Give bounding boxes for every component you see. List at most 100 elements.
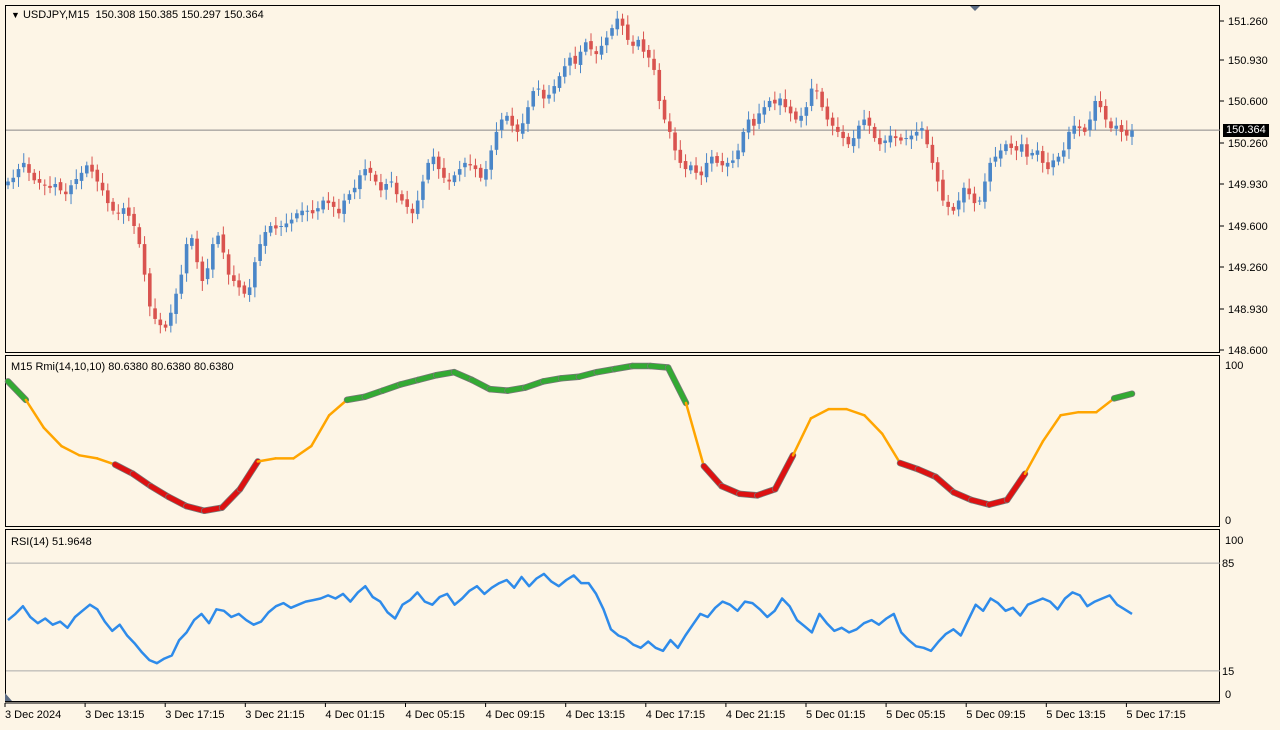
candle-body <box>578 51 583 65</box>
candle-body <box>767 101 772 108</box>
candle-body <box>846 136 851 145</box>
candle-body <box>683 161 688 170</box>
candle-body <box>405 199 409 207</box>
candle-body <box>731 160 735 163</box>
candle-body <box>888 135 893 143</box>
candle-body <box>951 206 956 211</box>
candle-body <box>478 167 483 178</box>
x-axis-label: 3 Dec 17:15 <box>165 709 224 721</box>
candle-body <box>105 190 110 204</box>
candle-body <box>79 172 84 181</box>
candle-body <box>920 128 924 131</box>
candle-body <box>221 234 226 253</box>
x-axis-label: 4 Dec 21:15 <box>726 709 785 721</box>
candle-body <box>179 274 184 294</box>
candle-body <box>972 193 977 204</box>
candle-body <box>914 131 919 136</box>
candle-body <box>736 150 740 160</box>
candle-body <box>568 57 572 66</box>
candle-body <box>704 162 709 178</box>
rsi-y-tick-label: 0 <box>1225 689 1231 701</box>
x-axis-label: 5 Dec 13:15 <box>1046 709 1105 721</box>
candle-body <box>358 175 362 190</box>
rsi-y-tick-label: 85 <box>1222 558 1234 570</box>
candle-body <box>16 169 21 178</box>
candle-body <box>746 119 751 133</box>
candle-body <box>946 201 950 207</box>
price-y-tick-label: 149.260 <box>1228 262 1268 274</box>
candle-body <box>862 119 866 126</box>
candle-body <box>983 181 987 202</box>
candle-body <box>1009 143 1013 148</box>
rmi-segment-neutral <box>1059 410 1080 417</box>
candle-body <box>557 76 562 88</box>
candle-body <box>589 41 593 50</box>
candle-body <box>69 185 73 195</box>
candle-body <box>53 184 58 188</box>
candle-body <box>941 179 945 201</box>
candle-body <box>820 91 824 108</box>
candle-body <box>689 165 693 171</box>
candle-body <box>484 169 488 180</box>
candle-body <box>473 165 478 170</box>
candle-body <box>415 200 420 214</box>
candle-body <box>536 88 541 90</box>
corner-marker-icon <box>5 693 12 701</box>
candle-body <box>1035 150 1040 155</box>
candle-body <box>1077 126 1082 129</box>
candle-body <box>526 107 530 124</box>
candle-body <box>667 121 672 132</box>
candle-body <box>84 165 89 174</box>
rsi-line <box>7 572 1133 665</box>
candle-body <box>1098 101 1103 108</box>
rmi-segment-bullish <box>5 378 29 403</box>
candle-body <box>1082 127 1087 132</box>
candle-body <box>893 136 898 139</box>
candle-body <box>137 227 142 245</box>
candle-body <box>657 69 662 101</box>
candle-body <box>977 200 982 202</box>
rmi-segment-neutral <box>60 444 81 457</box>
candle-body <box>1051 160 1056 168</box>
candle-body <box>956 200 961 210</box>
x-axis-label: 3 Dec 13:15 <box>85 709 144 721</box>
candle-body <box>216 235 220 245</box>
candle-body <box>1030 152 1035 156</box>
candle-body <box>967 188 971 195</box>
price-y-tick-label: 149.600 <box>1228 221 1268 233</box>
rmi-segment-bearish <box>219 486 243 511</box>
chart-canvas: 151.260 150.930 150.600 150.260 149.930 149.6… <box>4 6 1268 721</box>
candle-body <box>783 99 788 108</box>
candle-body <box>184 244 189 274</box>
candle-body <box>830 117 835 126</box>
candle-body <box>489 150 494 170</box>
candle-body <box>148 273 152 307</box>
candle-body <box>646 49 651 58</box>
candle-body <box>715 156 719 163</box>
candle-body <box>757 113 761 124</box>
x-axis-label: 4 Dec 05:15 <box>406 709 465 721</box>
candle-body <box>993 156 998 162</box>
candle-body <box>111 201 115 211</box>
rmi-segment-bearish <box>130 471 154 489</box>
candle-body <box>1025 144 1029 157</box>
candle-body <box>615 18 620 30</box>
candle-body <box>200 261 205 281</box>
candle-body <box>499 119 504 131</box>
candle-body <box>583 42 588 52</box>
candle-body <box>1014 146 1019 151</box>
candle-body <box>773 99 777 104</box>
candle-body <box>547 94 551 99</box>
rmi-segment-neutral <box>809 407 830 420</box>
candle-body <box>394 182 399 195</box>
candle-body <box>962 187 966 203</box>
rmi-segment-bearish <box>237 458 261 492</box>
candle-body <box>352 187 357 193</box>
candle-body <box>935 162 940 182</box>
candle-body <box>279 226 283 227</box>
candle-body <box>190 238 194 246</box>
candle-body <box>678 149 683 163</box>
candle-body <box>132 213 136 226</box>
rmi-segment-neutral <box>1095 397 1116 414</box>
candle-body <box>284 223 289 228</box>
